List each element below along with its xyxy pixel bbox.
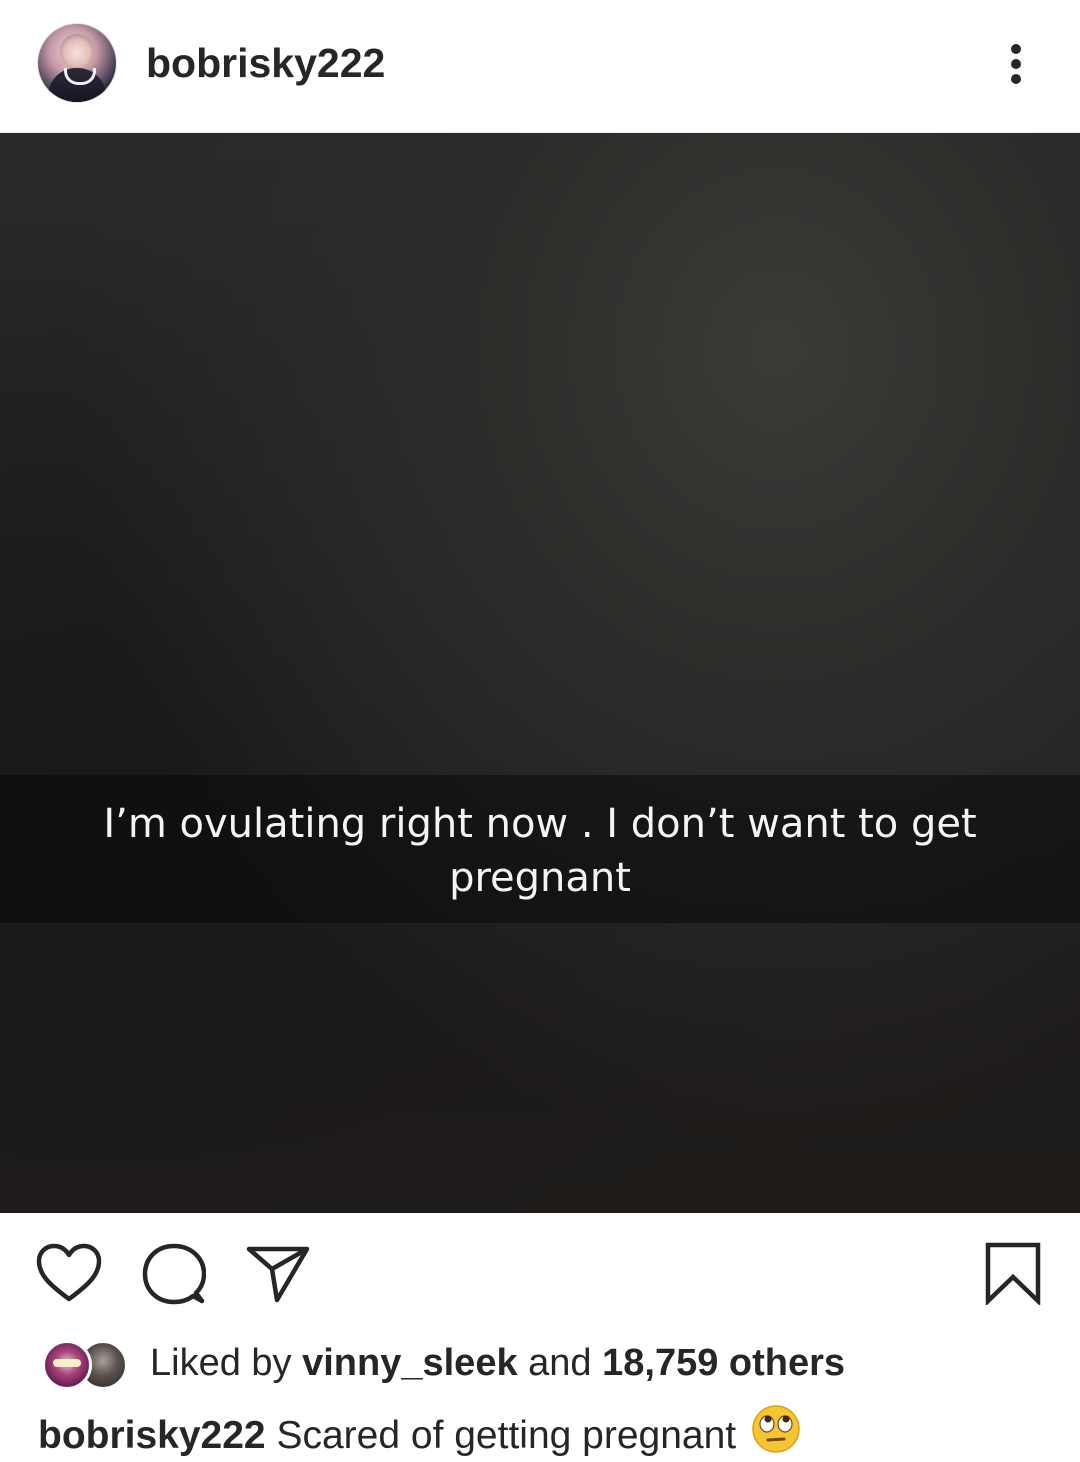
liker-avatar[interactable]: [42, 1340, 92, 1390]
snap-caption-bar: I’m ovulating right now . I don’t want t…: [0, 775, 1080, 923]
liker-username[interactable]: vinny_sleek: [302, 1342, 517, 1384]
more-vertical-icon: [1011, 44, 1021, 54]
post-header: bobrisky222: [0, 0, 1080, 133]
caption-text: Scared of getting pregnant: [276, 1414, 737, 1457]
likes-connector: and: [528, 1342, 592, 1384]
avatar-face: [60, 34, 94, 68]
eye-roll-emoji-icon: [752, 1405, 800, 1453]
post-caption: bobrisky222 Scared of getting pregnant: [38, 1404, 1038, 1460]
post-image[interactable]: I’m ovulating right now . I don’t want t…: [0, 133, 1080, 1213]
snap-caption-text: I’m ovulating right now . I don’t want t…: [103, 801, 977, 901]
bookmark-icon[interactable]: [984, 1241, 1042, 1305]
likes-summary[interactable]: Liked by vinny_sleek and 18,759 others: [150, 1342, 845, 1385]
post-author-username[interactable]: bobrisky222: [146, 40, 385, 87]
post-action-bar: [0, 1213, 1080, 1323]
likes-prefix: Liked by: [150, 1342, 292, 1384]
more-vertical-icon-dot: [1011, 74, 1021, 84]
comment-icon[interactable]: [142, 1243, 206, 1305]
more-options-button[interactable]: [998, 38, 1034, 90]
heart-icon[interactable]: [36, 1243, 102, 1303]
profile-avatar[interactable]: [38, 24, 116, 102]
caption-username[interactable]: bobrisky222: [38, 1414, 266, 1457]
likes-row: Liked by vinny_sleek and 18,759 others: [0, 1330, 1080, 1400]
more-vertical-icon-dot: [1011, 59, 1021, 69]
likes-count[interactable]: 18,759 others: [602, 1342, 845, 1384]
liker-avatar-logo: [53, 1359, 81, 1367]
send-icon[interactable]: [246, 1245, 310, 1303]
